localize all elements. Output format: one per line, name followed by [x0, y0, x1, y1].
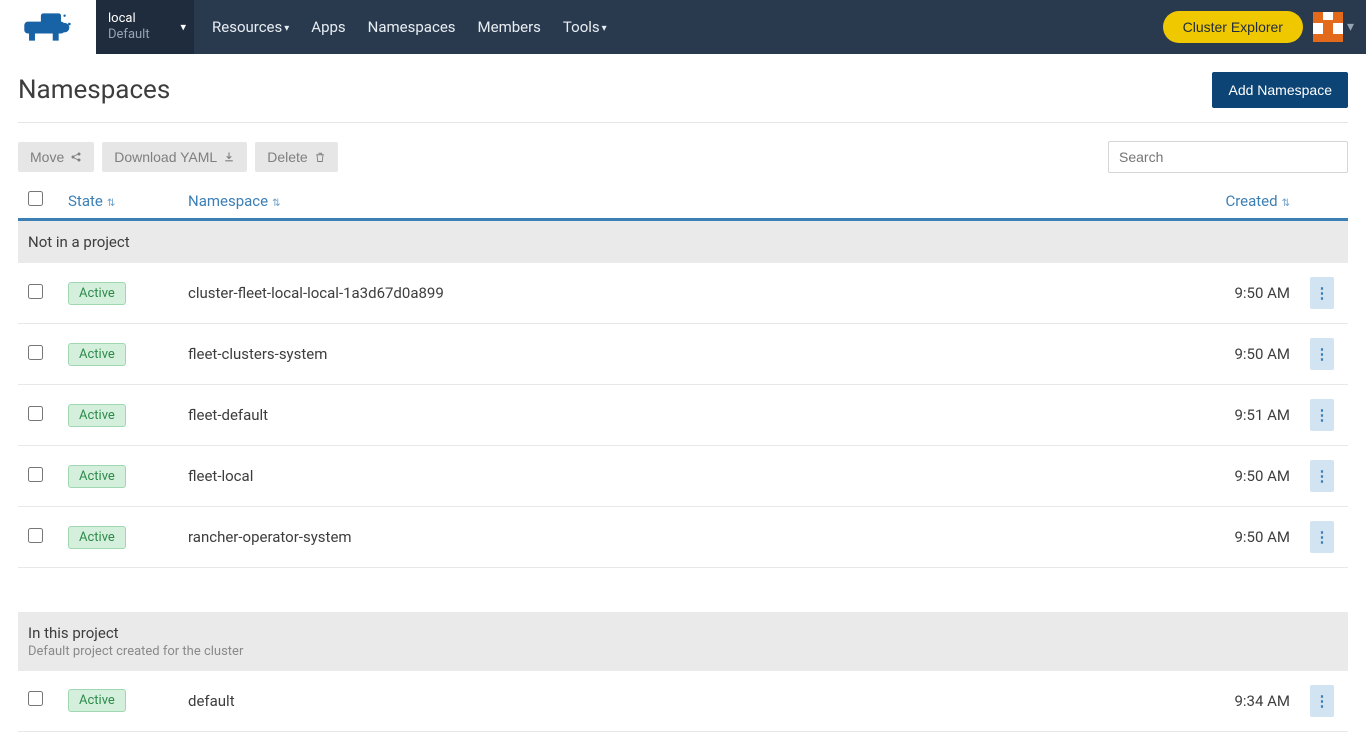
download-yaml-button[interactable]: Download YAML [102, 142, 247, 172]
state-badge: Active [68, 526, 126, 549]
namespace-name: default [178, 671, 1180, 732]
namespace-name: rancher-operator-system [178, 507, 1180, 568]
group-subtitle: Default project created for the cluster [28, 644, 1338, 659]
created-time: 9:50 AM [1180, 324, 1300, 385]
rancher-logo-icon [18, 11, 78, 43]
nav-namespaces[interactable]: Namespaces [368, 18, 456, 36]
nav-right: Cluster Explorer ▾ [1163, 0, 1366, 54]
table-row: Active fleet-local9:50 AM ⋮ [18, 446, 1348, 507]
table-row: Active cluster-fleet-local-local-1a3d67d0… [18, 263, 1348, 324]
created-time: 9:50 AM [1180, 507, 1300, 568]
table-row: Active fleet-default9:51 AM ⋮ [18, 385, 1348, 446]
nav-items: Resources▾ Apps Namespaces Members Tools… [194, 0, 607, 54]
row-checkbox[interactable] [28, 467, 43, 482]
row-checkbox[interactable] [28, 691, 43, 706]
group-header: In this projectDefault project created f… [18, 612, 1348, 671]
row-actions-menu[interactable]: ⋮ [1310, 399, 1334, 431]
download-icon [223, 151, 235, 163]
row-actions-menu[interactable]: ⋮ [1310, 685, 1334, 717]
row-actions-menu[interactable]: ⋮ [1310, 338, 1334, 370]
row-checkbox[interactable] [28, 406, 43, 421]
namespaces-table: State⇅ Namespace⇅ Created⇅ Not in a proj… [18, 183, 1348, 732]
created-time: 9:50 AM [1180, 263, 1300, 324]
table-row: Active default9:34 AM ⋮ [18, 671, 1348, 732]
row-checkbox[interactable] [28, 345, 43, 360]
cluster-context: Default [108, 27, 182, 43]
nav-tools[interactable]: Tools▾ [563, 18, 607, 36]
cluster-explorer-button[interactable]: Cluster Explorer [1163, 11, 1303, 43]
table-row: Active fleet-clusters-system9:50 AM ⋮ [18, 324, 1348, 385]
table-row: Active rancher-operator-system9:50 AM ⋮ [18, 507, 1348, 568]
delete-button[interactable]: Delete [255, 142, 337, 172]
namespace-name: fleet-local [178, 446, 1180, 507]
created-time: 9:34 AM [1180, 671, 1300, 732]
namespace-name: cluster-fleet-local-local-1a3d67d0a899 [178, 263, 1180, 324]
nav-members[interactable]: Members [478, 18, 541, 36]
search-box [1108, 141, 1348, 173]
state-badge: Active [68, 689, 126, 712]
page-header: Namespaces Add Namespace [18, 72, 1348, 123]
column-created[interactable]: Created⇅ [1180, 183, 1300, 220]
state-badge: Active [68, 465, 126, 488]
search-input[interactable] [1108, 141, 1348, 173]
created-time: 9:50 AM [1180, 446, 1300, 507]
row-checkbox[interactable] [28, 528, 43, 543]
group-header: Not in a project [18, 220, 1348, 264]
chevron-down-icon: ▾ [1347, 19, 1354, 35]
row-actions-menu[interactable]: ⋮ [1310, 460, 1334, 492]
cluster-selector[interactable]: local Default ▾ [96, 0, 194, 54]
bulk-actions: Move Download YAML Delete [18, 141, 1348, 173]
page-content: Namespaces Add Namespace Move Download Y… [0, 54, 1366, 750]
row-actions-menu[interactable]: ⋮ [1310, 521, 1334, 553]
column-namespace[interactable]: Namespace⇅ [178, 183, 1180, 220]
select-all-checkbox[interactable] [28, 191, 43, 206]
user-menu[interactable]: ▾ [1313, 12, 1354, 42]
nav-apps[interactable]: Apps [311, 18, 345, 36]
move-button[interactable]: Move [18, 142, 94, 172]
namespace-name: fleet-default [178, 385, 1180, 446]
chevron-down-icon: ▾ [284, 23, 289, 34]
sort-icon: ⇅ [107, 198, 115, 209]
state-badge: Active [68, 282, 126, 305]
row-checkbox[interactable] [28, 284, 43, 299]
avatar-icon [1313, 12, 1343, 42]
column-state[interactable]: State⇅ [58, 183, 178, 220]
nav-resources[interactable]: Resources▾ [212, 18, 289, 36]
namespace-name: fleet-clusters-system [178, 324, 1180, 385]
add-namespace-button[interactable]: Add Namespace [1212, 72, 1348, 108]
chevron-down-icon: ▾ [180, 21, 186, 34]
trash-icon [314, 151, 326, 163]
state-badge: Active [68, 343, 126, 366]
logo-area [0, 0, 96, 54]
sort-icon: ⇅ [272, 198, 280, 209]
chevron-down-icon: ▾ [602, 23, 607, 34]
top-bar: local Default ▾ Resources▾ Apps Namespac… [0, 0, 1366, 54]
page-title: Namespaces [18, 75, 170, 105]
share-icon [70, 151, 82, 163]
navbar: local Default ▾ Resources▾ Apps Namespac… [96, 0, 1366, 54]
sort-icon: ⇅ [1282, 198, 1290, 209]
state-badge: Active [68, 404, 126, 427]
cluster-name: local [108, 11, 182, 27]
table-header-row: State⇅ Namespace⇅ Created⇅ [18, 183, 1348, 220]
created-time: 9:51 AM [1180, 385, 1300, 446]
row-actions-menu[interactable]: ⋮ [1310, 277, 1334, 309]
